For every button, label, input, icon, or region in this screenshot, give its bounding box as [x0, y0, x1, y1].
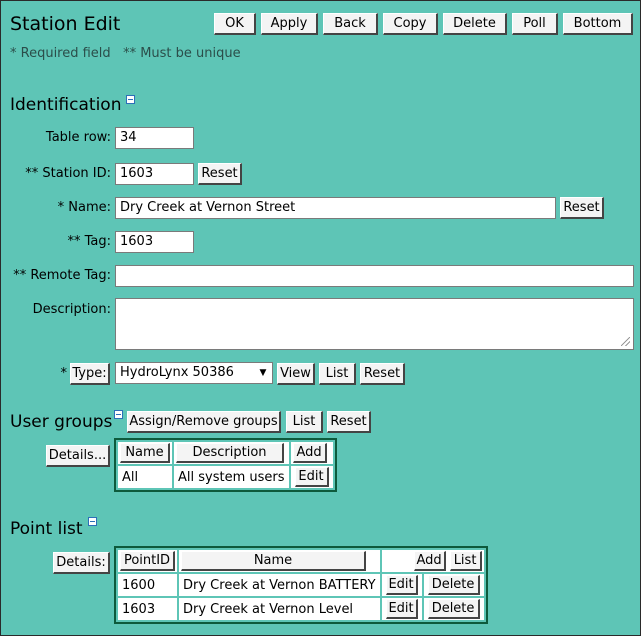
list-points-button[interactable]: List — [449, 551, 482, 571]
bottom-button[interactable]: Bottom — [563, 13, 633, 35]
table-row-label: Table row: — [45, 130, 111, 145]
edit-group-button[interactable]: Edit — [294, 467, 329, 487]
page-title: Station Edit — [10, 13, 121, 35]
table-row: 1600 Dry Creek at Vernon BATTERY Edit De… — [118, 574, 484, 596]
point-name-cell: Dry Creek at Vernon BATTERY — [179, 574, 380, 596]
point-list-heading: Point list — [10, 519, 83, 539]
user-groups-list-button[interactable]: List — [286, 411, 323, 433]
pointid-cell: 1600 — [118, 574, 177, 596]
pointid-cell: 1603 — [118, 598, 177, 620]
station-id-reset-button[interactable]: Reset — [198, 163, 242, 185]
station-id-label: ** Station ID: — [25, 166, 111, 181]
name-reset-button[interactable]: Reset — [560, 197, 604, 219]
name-label: * Name: — [57, 200, 111, 215]
user-groups-details-button[interactable]: Details... — [46, 445, 110, 467]
edit-point-button[interactable]: Edit — [385, 575, 418, 595]
user-groups-reset-button[interactable]: Reset — [327, 411, 371, 433]
delete-point-button[interactable]: Delete — [427, 599, 480, 619]
identification-heading: Identification — [10, 95, 122, 115]
add-group-button[interactable]: Add — [292, 443, 327, 463]
delete-point-button[interactable]: Delete — [427, 575, 480, 595]
type-list-button[interactable]: List — [319, 363, 356, 385]
collapse-user-groups-icon[interactable] — [114, 410, 123, 419]
assign-remove-groups-button[interactable]: Assign/Remove groups — [127, 411, 281, 433]
sort-pointid-button[interactable]: PointID — [120, 551, 175, 571]
type-required-marker: * — [60, 366, 68, 381]
table-header-row: Name Description Add — [118, 442, 333, 464]
apply-button[interactable]: Apply — [261, 13, 318, 35]
sort-name-button[interactable]: Name — [120, 443, 170, 463]
table-row: All All system users Edit — [118, 466, 333, 488]
group-name-cell: All — [118, 466, 172, 488]
point-name-cell: Dry Creek at Vernon Level — [179, 598, 380, 620]
required-note: * Required field ** Must be unique — [10, 46, 241, 61]
type-reset-button[interactable]: Reset — [360, 363, 405, 385]
station-id-field[interactable]: 1603 — [115, 163, 194, 185]
collapse-point-list-icon[interactable] — [88, 517, 97, 526]
user-groups-heading: User groups — [10, 412, 113, 432]
resize-handle-icon[interactable] — [621, 337, 630, 346]
remote-tag-field[interactable] — [115, 265, 634, 287]
sort-description-button[interactable]: Description — [176, 443, 284, 463]
remote-tag-label: ** Remote Tag: — [13, 268, 111, 283]
type-button[interactable]: Type: — [70, 363, 110, 385]
description-label: Description: — [32, 302, 111, 317]
name-field[interactable]: Dry Creek at Vernon Street — [115, 197, 556, 219]
point-list-actions: Add List — [384, 551, 482, 571]
point-list-details-button[interactable]: Details: — [53, 552, 110, 574]
type-view-button[interactable]: View — [277, 363, 315, 385]
table-row: 1603 Dry Creek at Vernon Level Edit Dele… — [118, 598, 484, 620]
ok-button[interactable]: OK — [214, 13, 256, 35]
back-button[interactable]: Back — [323, 13, 378, 35]
group-description-cell: All system users — [174, 466, 289, 488]
user-groups-table: Name Description Add All All system user… — [114, 438, 337, 492]
poll-button[interactable]: Poll — [512, 13, 558, 35]
edit-point-button[interactable]: Edit — [385, 599, 418, 619]
description-textarea[interactable] — [115, 298, 634, 350]
type-select-value: HydroLynx 50386 — [120, 365, 234, 380]
tag-label: ** Tag: — [67, 234, 111, 249]
type-select[interactable]: HydroLynx 50386 ▼ — [115, 362, 273, 384]
copy-button[interactable]: Copy — [383, 13, 438, 35]
point-list-table: PointID Name Add List 1600 Dry Creek at … — [114, 546, 488, 624]
add-point-button[interactable]: Add — [413, 551, 446, 571]
delete-button[interactable]: Delete — [443, 13, 507, 35]
tag-field[interactable]: 1603 — [115, 231, 194, 253]
chevron-down-icon: ▼ — [259, 368, 267, 378]
table-header-row: PointID Name Add List — [118, 550, 484, 572]
sort-point-name-button[interactable]: Name — [181, 551, 366, 571]
collapse-identification-icon[interactable] — [126, 95, 135, 104]
table-row-field[interactable]: 34 — [115, 127, 194, 149]
